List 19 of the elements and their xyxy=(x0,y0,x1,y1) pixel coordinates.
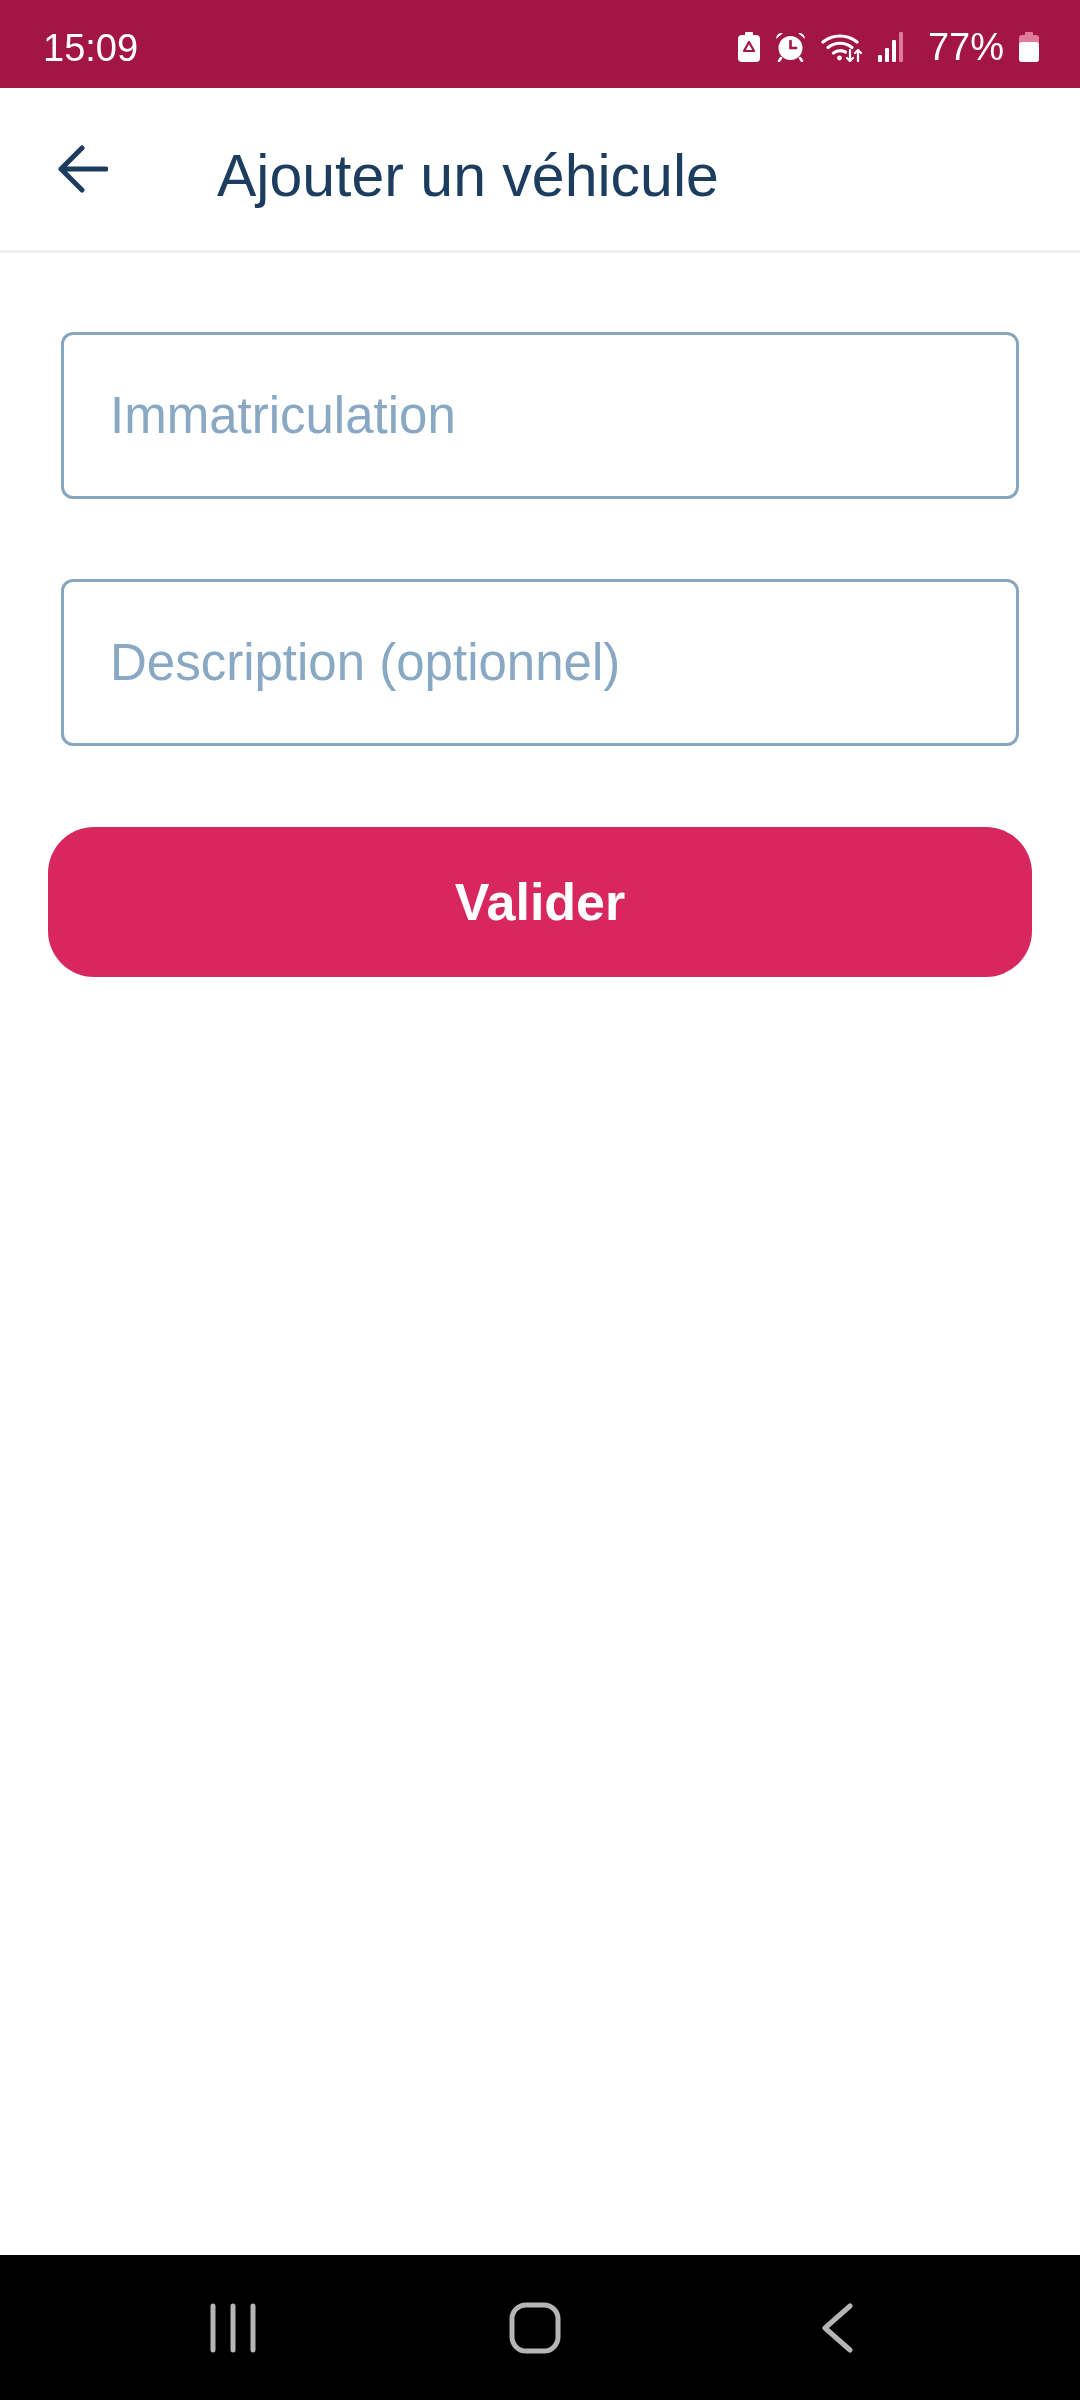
battery-icon xyxy=(1019,32,1039,62)
back-chevron-icon xyxy=(821,2302,853,2353)
signal-icon xyxy=(877,32,903,62)
back-nav-button[interactable] xyxy=(821,2302,853,2353)
wifi-icon xyxy=(820,32,863,62)
home-icon xyxy=(509,2301,561,2354)
battery-recycle-icon xyxy=(737,32,760,62)
page-title: Ajouter un véhicule xyxy=(217,141,719,211)
alarm-clock-icon xyxy=(774,32,806,62)
back-button[interactable] xyxy=(58,145,108,193)
description-field[interactable]: Description (optionnel) xyxy=(61,579,1019,746)
home-button[interactable] xyxy=(509,2301,561,2354)
submit-button[interactable]: Valider xyxy=(48,827,1032,977)
back-arrow-icon xyxy=(58,145,108,193)
recent-apps-icon xyxy=(210,2302,256,2353)
battery-percentage: 77% xyxy=(927,28,1004,66)
license-plate-field[interactable]: Immatriculation xyxy=(61,332,1019,499)
recent-apps-button[interactable] xyxy=(210,2302,256,2353)
status-time: 15:09 xyxy=(43,29,139,67)
